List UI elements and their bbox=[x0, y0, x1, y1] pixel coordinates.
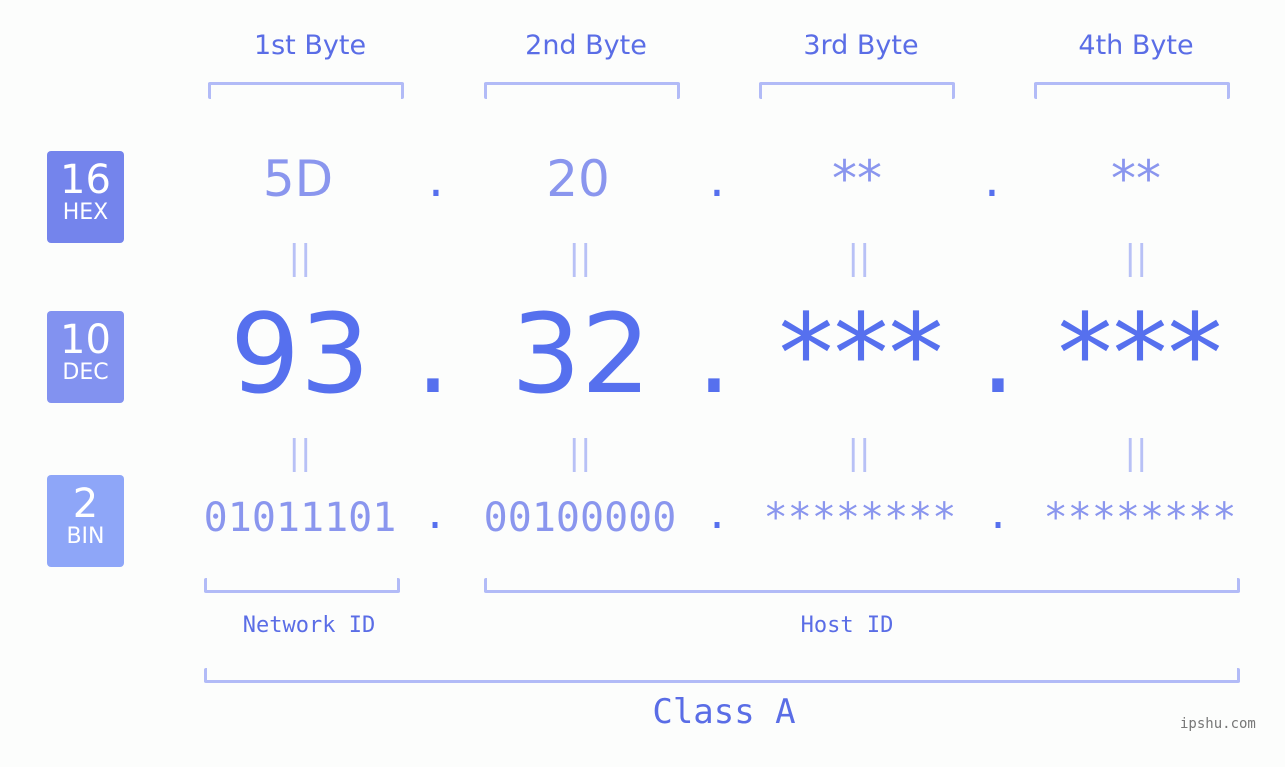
hex-badge: 16 HEX bbox=[47, 151, 124, 243]
equals-hex-dec-1: || bbox=[288, 238, 312, 278]
hex-byte-3: ** bbox=[832, 150, 882, 208]
equals-dec-bin-3: || bbox=[847, 433, 871, 473]
dec-badge-label: DEC bbox=[62, 360, 109, 385]
bin-separator-1: . bbox=[422, 492, 448, 538]
hex-byte-4: ** bbox=[1111, 150, 1161, 208]
bin-badge-label: BIN bbox=[66, 524, 105, 549]
bin-badge: 2 BIN bbox=[47, 475, 124, 567]
bin-byte-4: ******** bbox=[1043, 495, 1237, 541]
hex-badge-number: 16 bbox=[60, 157, 111, 203]
dec-byte-2: 32 bbox=[511, 290, 651, 418]
byte-bracket-4 bbox=[1034, 82, 1230, 99]
equals-dec-bin-4: || bbox=[1124, 433, 1148, 473]
byte-header-4: 4th Byte bbox=[1078, 30, 1194, 61]
byte-bracket-1 bbox=[208, 82, 404, 99]
host-id-label: Host ID bbox=[800, 613, 894, 638]
watermark: ipshu.com bbox=[1180, 716, 1256, 732]
byte-header-1: 1st Byte bbox=[253, 30, 367, 61]
dec-badge-number: 10 bbox=[60, 317, 111, 363]
class-bracket bbox=[204, 668, 1240, 683]
bin-separator-2: . bbox=[704, 492, 730, 538]
dec-byte-4: *** bbox=[1057, 290, 1223, 418]
hex-separator-2: . bbox=[709, 150, 725, 208]
network-id-label: Network ID bbox=[242, 613, 376, 638]
equals-dec-bin-1: || bbox=[288, 433, 312, 473]
equals-dec-bin-2: || bbox=[568, 433, 592, 473]
hex-separator-1: . bbox=[428, 150, 444, 208]
class-label: Class A bbox=[652, 692, 796, 732]
byte-header-2: 2nd Byte bbox=[525, 30, 647, 61]
bin-badge-number: 2 bbox=[72, 481, 99, 527]
hex-byte-2: 20 bbox=[546, 150, 610, 208]
dec-byte-3: *** bbox=[778, 290, 944, 418]
bin-byte-1: 01011101 bbox=[203, 495, 397, 541]
bin-separator-3: . bbox=[985, 492, 1011, 538]
bin-byte-2: 00100000 bbox=[483, 495, 677, 541]
equals-hex-dec-3: || bbox=[847, 238, 871, 278]
equals-hex-dec-4: || bbox=[1124, 238, 1148, 278]
byte-header-3: 3rd Byte bbox=[803, 30, 919, 61]
hex-byte-1: 5D bbox=[262, 150, 334, 208]
byte-bracket-3 bbox=[759, 82, 955, 99]
byte-bracket-2 bbox=[484, 82, 680, 99]
network-id-bracket bbox=[204, 578, 400, 593]
equals-hex-dec-2: || bbox=[568, 238, 592, 278]
host-id-bracket bbox=[484, 578, 1240, 593]
dec-badge: 10 DEC bbox=[47, 311, 124, 403]
dec-byte-1: 93 bbox=[230, 290, 370, 418]
hex-badge-label: HEX bbox=[62, 200, 109, 225]
hex-separator-3: . bbox=[984, 150, 1000, 208]
bin-byte-3: ******** bbox=[763, 495, 957, 541]
